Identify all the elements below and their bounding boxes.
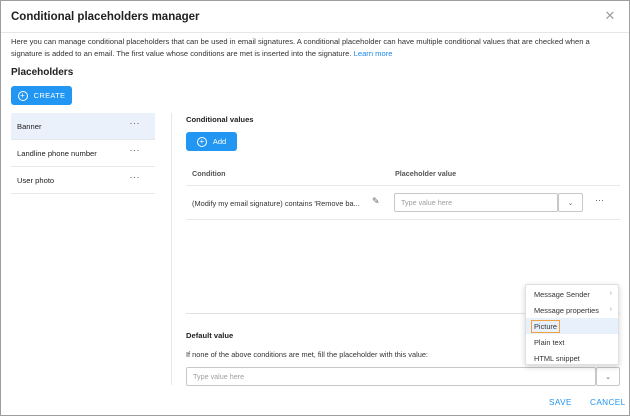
more-options-icon[interactable]: ··· xyxy=(130,145,141,155)
default-value-description: If none of the above conditions are met,… xyxy=(186,350,428,359)
placeholder-item-landline-phone[interactable]: Landline phone number ··· xyxy=(11,140,155,167)
cancel-button[interactable]: CANCEL xyxy=(590,398,626,407)
chevron-right-icon: › xyxy=(609,306,612,313)
intro-text: Here you can manage conditional placehol… xyxy=(11,36,621,59)
input-placeholder-text: Type value here xyxy=(401,198,453,207)
input-placeholder-text: Type value here xyxy=(193,372,245,381)
value-type-menu: Message Sender › Message properties › Pi… xyxy=(525,284,619,365)
create-button[interactable]: + CREATE xyxy=(11,86,72,105)
conditional-values-title: Conditional values xyxy=(186,115,254,124)
default-value-title: Default value xyxy=(186,331,234,340)
placeholders-title: Placeholders xyxy=(11,67,74,78)
column-header-condition: Condition xyxy=(192,169,226,178)
default-value-type-dropdown[interactable]: ⌄ xyxy=(596,367,620,386)
panel-divider xyxy=(171,113,172,385)
placeholder-item-label: User photo xyxy=(17,176,55,185)
menu-item-message-properties[interactable]: Message properties › xyxy=(526,302,618,318)
chevron-down-icon: ⌄ xyxy=(567,199,574,207)
plus-circle-icon: + xyxy=(196,136,207,147)
more-options-icon[interactable]: ··· xyxy=(130,172,141,182)
placeholder-item-label: Banner xyxy=(17,122,42,131)
chevron-down-icon: ⌄ xyxy=(605,373,611,381)
menu-item-plain-text[interactable]: Plain text xyxy=(526,334,618,350)
header-divider xyxy=(1,32,629,33)
chevron-right-icon: › xyxy=(609,290,612,297)
save-button[interactable]: SAVE xyxy=(549,398,572,407)
close-icon[interactable]: ✕ xyxy=(603,9,617,23)
condition-text: (Modify my email signature) contains 'Re… xyxy=(192,199,360,208)
menu-item-label: Plain text xyxy=(534,337,565,347)
add-button-label: Add xyxy=(212,137,227,146)
placeholder-value-input[interactable]: Type value here xyxy=(394,193,558,212)
placeholder-list: Banner ··· Landline phone number ··· Use… xyxy=(11,113,155,194)
column-header-placeholder-value: Placeholder value xyxy=(395,169,457,178)
dialog-title: Conditional placeholders manager xyxy=(11,11,200,23)
pencil-icon[interactable]: ✎ xyxy=(372,196,382,206)
add-condition-button[interactable]: + Add xyxy=(186,132,237,151)
menu-item-html-snippet[interactable]: HTML snippet xyxy=(526,350,618,366)
row-more-options-icon[interactable]: ··· xyxy=(595,195,604,205)
row-divider xyxy=(186,219,620,220)
placeholder-item-banner[interactable]: Banner ··· xyxy=(11,113,155,140)
default-value-input[interactable]: Type value here xyxy=(186,367,596,386)
intro-description: Here you can manage conditional placehol… xyxy=(11,37,590,58)
menu-item-label: HTML snippet xyxy=(534,353,580,363)
menu-item-message-sender[interactable]: Message Sender › xyxy=(526,286,618,302)
plus-circle-icon: + xyxy=(17,90,28,101)
create-button-label: CREATE xyxy=(33,91,66,100)
menu-item-label: Message Sender xyxy=(534,289,590,299)
conditional-placeholders-dialog: Conditional placeholders manager ✕ Here … xyxy=(0,0,630,416)
menu-item-label: Message properties xyxy=(534,305,599,315)
header-row-divider xyxy=(186,185,620,186)
more-options-icon[interactable]: ··· xyxy=(130,118,141,128)
learn-more-link[interactable]: Learn more xyxy=(354,49,393,58)
value-type-dropdown[interactable]: ⌄ xyxy=(558,193,583,212)
menu-item-label: Picture xyxy=(531,319,561,333)
placeholder-item-label: Landline phone number xyxy=(17,149,97,158)
placeholder-item-user-photo[interactable]: User photo ··· xyxy=(11,167,155,194)
menu-item-picture[interactable]: Picture xyxy=(526,318,618,334)
